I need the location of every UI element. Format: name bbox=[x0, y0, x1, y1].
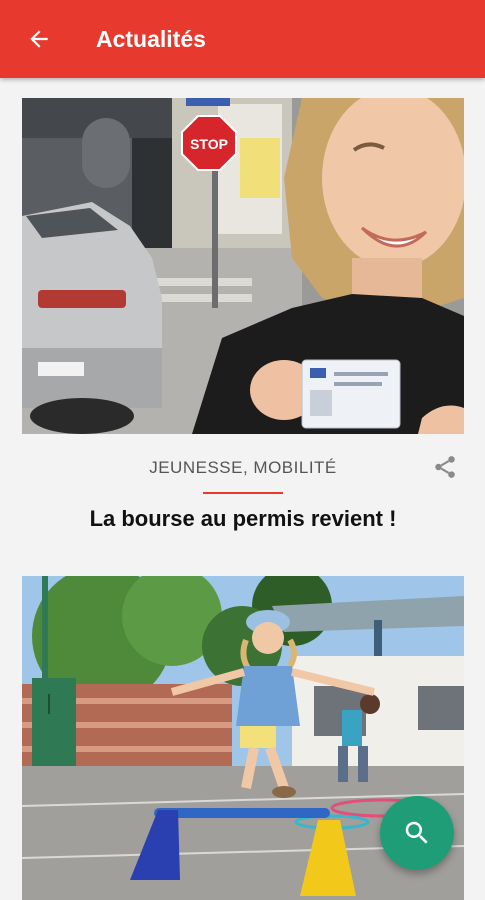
page-title: Actualités bbox=[96, 25, 206, 52]
search-button[interactable] bbox=[380, 796, 454, 870]
article-category: JEUNESSE, MOBILITÉ bbox=[149, 458, 337, 477]
arrow-back-icon bbox=[30, 30, 48, 48]
stop-sign-text: STOP bbox=[190, 136, 228, 152]
news-feed[interactable]: STOP JEUNESSE, MOBILITÉ La bourse au per… bbox=[0, 78, 485, 900]
article-divider bbox=[203, 492, 283, 494]
article-meta: JEUNESSE, MOBILITÉ bbox=[22, 448, 464, 488]
article-photo[interactable]: STOP bbox=[22, 98, 464, 434]
article-headline[interactable]: La bourse au permis revient ! bbox=[22, 506, 464, 532]
back-button[interactable] bbox=[24, 24, 54, 54]
article-card[interactable]: STOP JEUNESSE, MOBILITÉ La bourse au per… bbox=[22, 98, 464, 532]
search-icon bbox=[405, 821, 428, 844]
share-icon[interactable] bbox=[432, 454, 458, 480]
app-bar: Actualités bbox=[0, 0, 485, 78]
